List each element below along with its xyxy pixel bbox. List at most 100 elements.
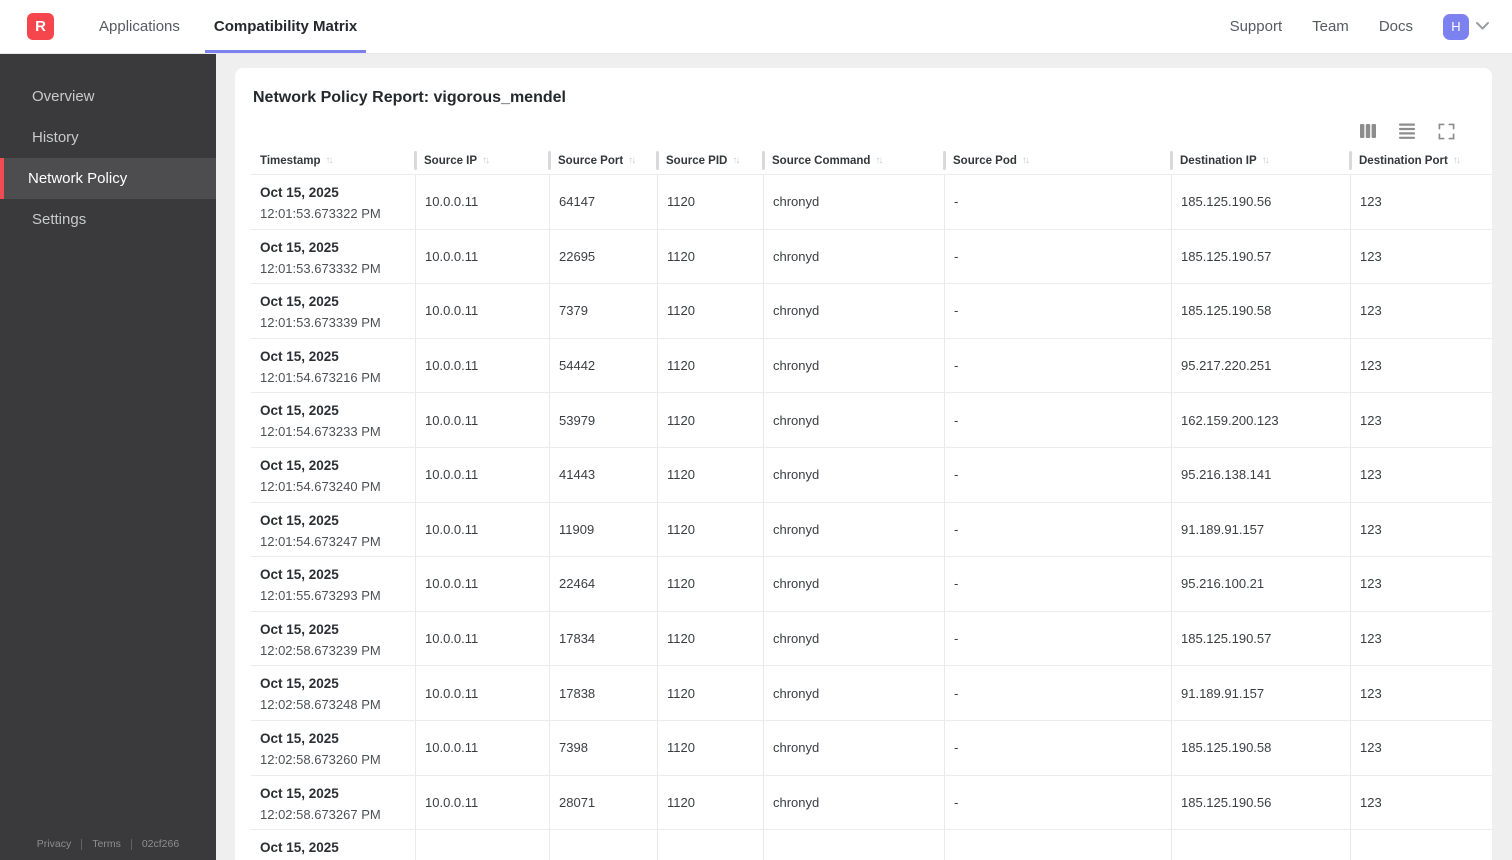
column-header-source-port[interactable]: Source Port ↑↓ xyxy=(548,147,657,174)
source-pid-cell: 1120 xyxy=(657,338,763,393)
timestamp-date: Oct 15, 2025 xyxy=(260,512,339,528)
tab-applications[interactable]: Applications xyxy=(90,0,189,53)
timestamp-time: 12:02:58.673260 PM xyxy=(260,751,381,767)
sort-icon[interactable]: ↑↓ xyxy=(628,155,636,166)
sidebar-item-history[interactable]: History xyxy=(0,117,216,158)
source-pod-cell: - xyxy=(944,175,1171,229)
source-ip-cell: 10.0.0.11 xyxy=(415,229,549,284)
source-pod-cell xyxy=(944,830,1171,860)
source-command-cell: chronyd xyxy=(763,557,944,611)
sidebar-item-settings[interactable]: Settings xyxy=(0,199,216,240)
destination-port-cell: 123 xyxy=(1350,611,1492,666)
column-header-source-pod[interactable]: Source Pod ↑↓ xyxy=(943,147,1171,174)
destination-ip-cell xyxy=(1171,830,1350,860)
destination-ip-cell: 185.125.190.58 xyxy=(1171,284,1350,338)
source-pod-cell: - xyxy=(944,229,1171,284)
top-navigation: R Applications Compatibility Matrix Supp… xyxy=(0,0,1512,54)
table-row: Oct 15, 2025 12:02:58.673248 PM 10.0.0.1… xyxy=(251,666,1492,721)
table-row: Oct 15, 2025 12:01:53.673332 PM 10.0.0.1… xyxy=(251,229,1492,285)
timestamp-cell: Oct 15, 2025 12:01:55.673293 PM xyxy=(251,557,415,611)
sort-icon[interactable]: ↑↓ xyxy=(1453,155,1461,166)
sort-icon[interactable]: ↑↓ xyxy=(326,155,334,166)
destination-ip-cell: 185.125.190.57 xyxy=(1171,229,1350,284)
user-menu[interactable]: H xyxy=(1443,13,1490,40)
sidebar-item-overview[interactable]: Overview xyxy=(0,76,216,117)
column-resize-handle[interactable] xyxy=(414,151,417,170)
source-pod-cell: - xyxy=(944,502,1171,557)
terms-link[interactable]: Terms xyxy=(92,838,121,850)
column-header-destination-ip[interactable]: Destination IP ↑↓ xyxy=(1170,147,1350,174)
table-row: Oct 15, 2025 12:01:54.673247 PM 10.0.0.1… xyxy=(251,502,1492,558)
rows-icon[interactable] xyxy=(1397,121,1417,141)
source-port-cell xyxy=(549,830,657,860)
timestamp-time: 12:01:54.673233 PM xyxy=(260,424,381,440)
column-header-source-command[interactable]: Source Command ↑↓ xyxy=(762,147,944,174)
source-command-cell: chronyd xyxy=(763,175,944,229)
source-pid-cell: 1120 xyxy=(657,611,763,666)
sort-icon[interactable]: ↑↓ xyxy=(1022,155,1030,166)
source-port-cell: 7398 xyxy=(549,720,657,775)
sort-icon[interactable]: ↑↓ xyxy=(875,155,883,166)
column-resize-handle[interactable] xyxy=(548,151,551,170)
avatar[interactable]: H xyxy=(1443,13,1469,40)
source-pod-cell: - xyxy=(944,338,1171,393)
source-command-cell: chronyd xyxy=(763,447,944,502)
timestamp-cell: Oct 15, 2025 12:01:54.673240 PM xyxy=(251,448,415,502)
source-command-cell: chronyd xyxy=(763,720,944,775)
timestamp-time: 12:01:54.673247 PM xyxy=(260,533,381,549)
source-pod-cell: - xyxy=(944,557,1171,611)
tab-compatibility-matrix[interactable]: Compatibility Matrix xyxy=(204,0,367,53)
column-resize-handle[interactable] xyxy=(1170,151,1173,170)
sort-icon[interactable]: ↑↓ xyxy=(732,155,740,166)
column-resize-handle[interactable] xyxy=(943,151,946,170)
source-pod-cell: - xyxy=(944,720,1171,775)
destination-ip-cell: 185.125.190.56 xyxy=(1171,175,1350,229)
privacy-link[interactable]: Privacy xyxy=(37,838,71,850)
column-header-source-pid[interactable]: Source PID ↑↓ xyxy=(656,147,763,174)
chevron-down-icon[interactable] xyxy=(1475,18,1490,36)
sort-icon[interactable]: ↑↓ xyxy=(482,155,490,166)
table-toolbar xyxy=(235,107,1492,147)
table-row: Oct 15, 2025 12:01:55.673293 PM 10.0.0.1… xyxy=(251,557,1492,612)
timestamp-cell: Oct 15, 2025 12:02:58.673248 PM xyxy=(251,666,415,720)
timestamp-time: 12:02:58.673248 PM xyxy=(260,697,381,713)
table-row: Oct 15, 2025 12:01:54.673216 PM 10.0.0.1… xyxy=(251,338,1492,394)
version-label: 02cf266 xyxy=(141,838,180,850)
source-ip-cell: 10.0.0.11 xyxy=(415,175,549,229)
destination-port-cell: 123 xyxy=(1350,775,1492,830)
main-content: Network Policy Report: vigorous_mendel T… xyxy=(216,54,1512,860)
sort-icon[interactable]: ↑↓ xyxy=(1262,155,1270,166)
timestamp-cell: Oct 15, 2025 12:01:53.673322 PM xyxy=(251,175,415,229)
source-pod-cell: - xyxy=(944,666,1171,720)
link-support[interactable]: Support xyxy=(1230,18,1283,35)
timestamp-cell: Oct 15, 2025 12:02:58.673267 PM xyxy=(251,776,415,830)
destination-ip-cell: 95.216.138.141 xyxy=(1171,447,1350,502)
column-resize-handle[interactable] xyxy=(762,151,765,170)
source-ip-cell: 10.0.0.11 xyxy=(415,557,549,611)
source-pod-cell: - xyxy=(944,611,1171,666)
app-logo[interactable]: R xyxy=(27,13,54,40)
destination-port-cell: 123 xyxy=(1350,666,1492,720)
column-resize-handle[interactable] xyxy=(656,151,659,170)
destination-ip-cell: 91.189.91.157 xyxy=(1171,666,1350,720)
source-command-cell: chronyd xyxy=(763,502,944,557)
source-pid-cell: 1120 xyxy=(657,557,763,611)
sidebar-item-network-policy[interactable]: Network Policy xyxy=(0,158,216,199)
table-row: Oct 15, 2025 12:02:58.673260 PM 10.0.0.1… xyxy=(251,720,1492,776)
columns-icon[interactable] xyxy=(1358,121,1378,141)
link-docs[interactable]: Docs xyxy=(1379,18,1413,35)
link-team[interactable]: Team xyxy=(1312,18,1349,35)
source-ip-cell: 10.0.0.11 xyxy=(415,775,549,830)
source-pod-cell: - xyxy=(944,775,1171,830)
timestamp-cell: Oct 15, 2025 12:01:53.673332 PM xyxy=(251,230,415,284)
column-header-source-ip[interactable]: Source IP ↑↓ xyxy=(414,147,549,174)
timestamp-time: 12:01:53.673332 PM xyxy=(260,260,381,276)
column-header-timestamp[interactable]: Timestamp ↑↓ xyxy=(251,147,415,174)
column-resize-handle[interactable] xyxy=(1349,151,1352,170)
column-header-destination-port[interactable]: Destination Port ↑↓ xyxy=(1349,147,1492,174)
timestamp-date: Oct 15, 2025 xyxy=(260,403,339,419)
source-port-cell: 22695 xyxy=(549,229,657,284)
source-command-cell: chronyd xyxy=(763,284,944,338)
expand-icon[interactable] xyxy=(1436,121,1456,141)
source-port-cell: 41443 xyxy=(549,447,657,502)
